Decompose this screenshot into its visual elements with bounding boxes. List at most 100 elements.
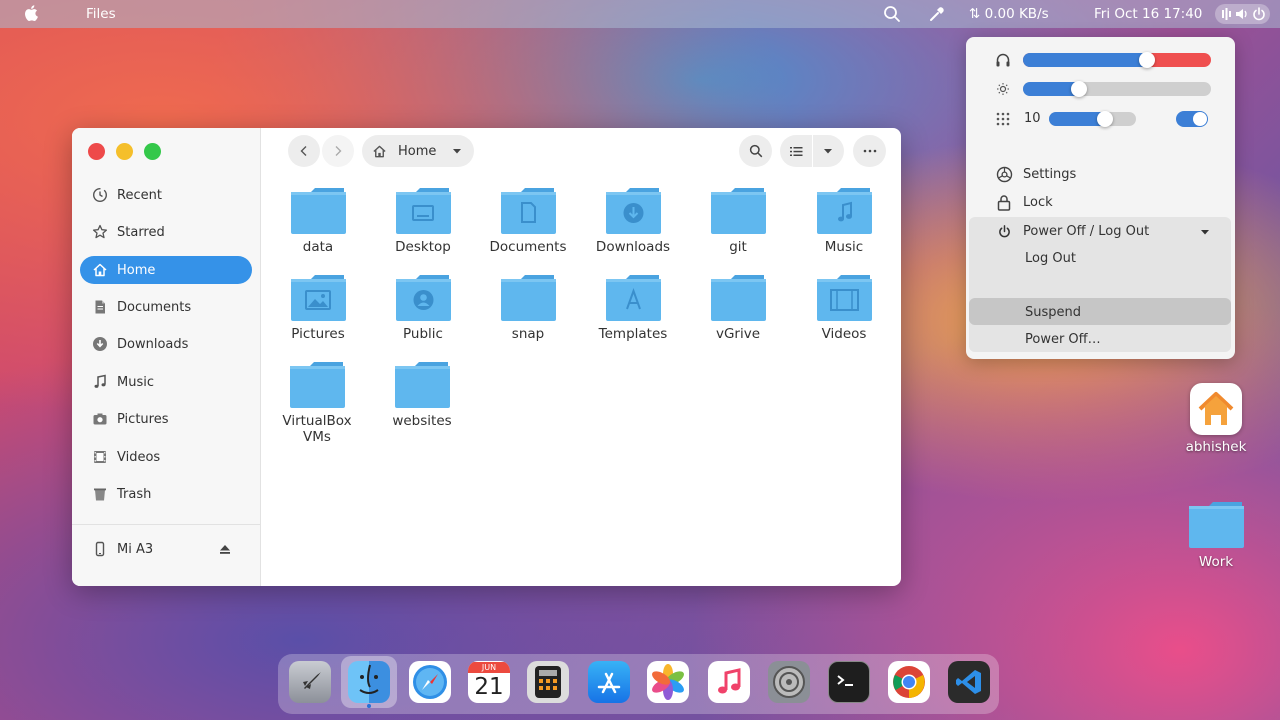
chrome-icon[interactable] (888, 661, 930, 703)
app-menu-title[interactable]: Files (86, 6, 116, 22)
folder-item[interactable]: websites (372, 360, 472, 429)
folder-label: Templates (598, 326, 668, 342)
folder-item[interactable]: snap (478, 273, 578, 342)
sidebar-item-label: Starred (117, 224, 165, 240)
clock[interactable]: Fri Oct 16 17:40 (1094, 6, 1202, 22)
chevron-left-icon (300, 146, 307, 156)
workspaces-slider-knob[interactable] (1096, 111, 1113, 127)
safari-icon[interactable] (409, 661, 451, 703)
view-options-button[interactable] (780, 135, 844, 167)
settings-icon (995, 165, 1013, 183)
desktop-home-icon[interactable]: abhishek (1176, 383, 1256, 455)
sidebar-item-device[interactable]: Mi A3 (80, 535, 252, 563)
volume-slider-knob[interactable] (1139, 52, 1156, 68)
power-icon (995, 222, 1013, 240)
chevron-right-icon (335, 146, 342, 156)
calendar-day: 21 (474, 674, 504, 700)
music-app-icon[interactable] (708, 661, 750, 703)
calendar-month: JUN (468, 662, 510, 673)
sidebar-item-downloads[interactable]: Downloads (80, 330, 252, 358)
minimize-button[interactable] (116, 143, 133, 160)
folder-item[interactable]: VirtualBox VMs (267, 360, 367, 445)
sidebar-item-starred[interactable]: Starred (80, 218, 252, 246)
eject-icon[interactable] (219, 543, 231, 555)
search-icon[interactable] (883, 5, 901, 23)
app-store-icon[interactable] (588, 661, 630, 703)
folder-item[interactable]: Documents (478, 186, 578, 255)
folder-item[interactable]: Videos (794, 273, 894, 342)
lock-menu-item[interactable]: Lock (966, 188, 1235, 216)
color-picker-icon[interactable] (928, 5, 946, 23)
film-icon (92, 449, 108, 465)
maximize-button[interactable] (144, 143, 161, 160)
folder-item[interactable]: git (688, 186, 788, 255)
sidebar-item-label: Mi A3 (117, 541, 154, 557)
sidebar-item-label: Videos (117, 449, 161, 465)
menu-button[interactable] (853, 135, 886, 167)
sidebar-item-videos[interactable]: Videos (80, 443, 252, 471)
system-menu-button[interactable] (1215, 4, 1270, 24)
close-button[interactable] (88, 143, 105, 160)
folder-item[interactable]: Pictures (268, 273, 368, 342)
folder-item[interactable]: Public (373, 273, 473, 342)
network-speed: ⇅ 0.00 KB/s (969, 6, 1049, 22)
suspend-label: Suspend (1025, 304, 1082, 320)
videos-folder-icon (817, 275, 872, 321)
workspaces-slider[interactable] (1049, 111, 1136, 127)
volume-slider[interactable] (1023, 52, 1211, 68)
power-icon (1253, 7, 1265, 21)
sidebar-item-label: Documents (117, 299, 192, 315)
sidebar: Recent Starred Home Documents Downloads … (72, 128, 261, 586)
calendar-icon[interactable]: JUN 21 (468, 661, 510, 703)
sidebar-item-pictures[interactable]: Pictures (80, 405, 252, 433)
sidebar-item-trash[interactable]: Trash (80, 480, 252, 508)
volume-icon (1236, 9, 1247, 19)
folder-item[interactable]: Downloads (583, 186, 683, 255)
suspend-menu-item[interactable]: Suspend (966, 298, 1235, 326)
workspaces-toggle[interactable] (1176, 111, 1208, 127)
launchpad-icon[interactable] (289, 661, 331, 703)
brightness-slider-knob[interactable] (1071, 81, 1088, 97)
vscode-icon[interactable] (948, 661, 990, 703)
apple-icon[interactable] (24, 5, 38, 21)
folder-item[interactable]: data (268, 186, 368, 255)
calculator-icon[interactable] (527, 661, 569, 703)
power-menu-header[interactable]: Power Off / Log Out (966, 217, 1235, 245)
document-icon (92, 299, 108, 315)
folder-item[interactable]: vGrive (688, 273, 788, 342)
terminal-icon[interactable] (828, 661, 870, 703)
sidebar-item-home[interactable]: Home (80, 256, 252, 284)
search-icon (749, 144, 762, 158)
log-out-menu-item[interactable]: Log Out (966, 244, 1235, 272)
sidebar-item-recent[interactable]: Recent (80, 181, 252, 209)
sidebar-item-documents[interactable]: Documents (80, 293, 252, 321)
folder-item[interactable]: Desktop (373, 186, 473, 255)
forward-button[interactable] (322, 135, 354, 167)
chevron-down-icon (824, 149, 832, 154)
system-settings-icon[interactable] (768, 661, 810, 703)
brightness-slider[interactable] (1023, 81, 1211, 97)
trash-icon (92, 486, 108, 502)
home-icon (92, 262, 108, 278)
folder-label: Documents (489, 239, 567, 255)
desktop-home-label: abhishek (1185, 439, 1247, 455)
location-bar[interactable]: Home (362, 135, 474, 167)
search-button[interactable] (739, 135, 772, 167)
settings-menu-item[interactable]: Settings (966, 160, 1235, 188)
folder-item[interactable]: Templates (583, 273, 683, 342)
sidebar-item-label: Music (117, 374, 154, 390)
finder-icon[interactable] (348, 661, 390, 703)
system-menu-panel: 10 Settings Lock Power Off / Log Out Log… (966, 37, 1235, 359)
photos-icon[interactable] (647, 661, 689, 703)
desktop-work-folder[interactable]: Work (1176, 500, 1256, 570)
folder-item[interactable]: Music (794, 186, 894, 255)
power-off-menu-item[interactable]: Power Off… (966, 325, 1235, 353)
home-folder-icon (1190, 383, 1242, 435)
sidebar-item-label: Recent (117, 187, 162, 203)
folder-label: snap (511, 326, 545, 342)
download-icon (92, 336, 108, 352)
pictures-folder-icon (291, 275, 346, 321)
clock-icon (92, 187, 108, 203)
back-button[interactable] (288, 135, 320, 167)
sidebar-item-music[interactable]: Music (80, 368, 252, 396)
